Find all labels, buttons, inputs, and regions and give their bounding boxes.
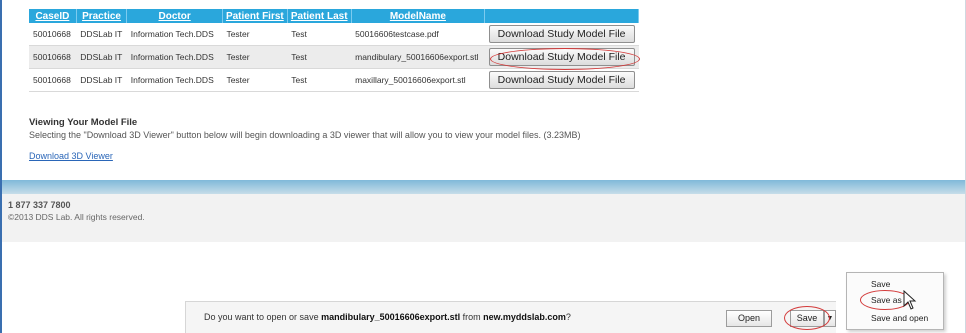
save-dropdown-arrow-icon[interactable]: ▼ bbox=[824, 310, 836, 327]
col-header-practice[interactable]: Practice bbox=[76, 9, 128, 23]
table-row: 50010668 DDSLab IT Information Tech.DDS … bbox=[29, 68, 639, 92]
cell-doctor: Information Tech.DDS bbox=[126, 23, 223, 46]
cell-practice: DDSLab IT bbox=[76, 23, 127, 46]
col-header-patient-first[interactable]: Patient First bbox=[222, 9, 288, 23]
col-header-patient-last[interactable]: Patient Last bbox=[287, 9, 352, 23]
cell-model-name: maxillary_50016606export.stl bbox=[351, 68, 485, 92]
cell-caseid: 50010668 bbox=[29, 23, 77, 46]
col-header-modelname[interactable]: ModelName bbox=[351, 9, 486, 23]
download-prompt: Do you want to open or save mandibulary_… bbox=[204, 312, 571, 322]
download-notification-bar: Do you want to open or save mandibulary_… bbox=[185, 301, 836, 333]
download-model-button[interactable]: Download Study Model File bbox=[488, 71, 635, 89]
models-table: CaseID Practice Doctor Patient First Pat… bbox=[29, 9, 639, 92]
cell-patient-last: Test bbox=[287, 45, 352, 69]
cell-patient-first: Tester bbox=[222, 45, 288, 69]
cell-patient-first: Tester bbox=[222, 68, 288, 92]
table-row: 50010668 DDSLab IT Information Tech.DDS … bbox=[29, 45, 639, 69]
footer: 1 877 337 7800 ©2013 DDS Lab. All rights… bbox=[2, 194, 965, 242]
menu-item-save-as[interactable]: Save as bbox=[871, 295, 902, 305]
page-left-border bbox=[0, 0, 2, 333]
cell-caseid: 50010668 bbox=[29, 68, 77, 92]
cell-practice: DDSLab IT bbox=[76, 45, 127, 69]
download-model-button[interactable]: Download Study Model File bbox=[488, 48, 635, 66]
cell-action: Download Study Model File bbox=[484, 23, 639, 46]
cell-doctor: Information Tech.DDS bbox=[126, 68, 223, 92]
menu-item-save[interactable]: Save bbox=[871, 279, 890, 289]
viewing-section: Viewing Your Model File Selecting the "D… bbox=[29, 117, 789, 140]
footer-phone: 1 877 337 7800 bbox=[8, 200, 71, 210]
prompt-site: new.myddslab.com bbox=[483, 312, 566, 322]
footer-divider bbox=[2, 180, 965, 194]
prompt-middle: from bbox=[460, 312, 484, 322]
prompt-prefix: Do you want to open or save bbox=[204, 312, 322, 322]
cell-doctor: Information Tech.DDS bbox=[126, 45, 223, 69]
viewing-title: Viewing Your Model File bbox=[29, 117, 138, 128]
table-row: 50010668 DDSLab IT Information Tech.DDS … bbox=[29, 23, 639, 46]
cell-model-name: mandibulary_50016606export.stl bbox=[351, 45, 485, 69]
mouse-cursor-icon bbox=[903, 290, 917, 310]
prompt-filename: mandibulary_50016606export.stl bbox=[321, 312, 461, 322]
cell-model-name: 50016606testcase.pdf bbox=[351, 23, 485, 46]
save-button[interactable]: Save bbox=[790, 310, 824, 327]
cell-practice: DDSLab IT bbox=[76, 68, 127, 92]
table-header-row: CaseID Practice Doctor Patient First Pat… bbox=[29, 9, 639, 23]
col-header-caseid[interactable]: CaseID bbox=[29, 9, 77, 23]
menu-item-save-and-open[interactable]: Save and open bbox=[871, 313, 928, 323]
cell-patient-last: Test bbox=[287, 23, 352, 46]
col-header-action bbox=[484, 9, 639, 23]
col-header-doctor[interactable]: Doctor bbox=[126, 9, 223, 23]
open-button[interactable]: Open bbox=[726, 310, 772, 327]
download-3d-viewer-link[interactable]: Download 3D Viewer bbox=[29, 151, 113, 161]
download-model-button[interactable]: Download Study Model File bbox=[488, 25, 635, 43]
prompt-suffix: ? bbox=[565, 312, 571, 322]
cell-patient-first: Tester bbox=[222, 23, 288, 46]
save-options-menu: Save Save as Save and open bbox=[846, 272, 944, 330]
footer-copyright: ©2013 DDS Lab. All rights reserved. bbox=[8, 212, 145, 222]
cell-patient-last: Test bbox=[287, 68, 352, 92]
cell-caseid: 50010668 bbox=[29, 45, 77, 69]
cell-action: Download Study Model File bbox=[484, 68, 639, 92]
models-table-container: CaseID Practice Doctor Patient First Pat… bbox=[29, 9, 639, 92]
viewing-description: Selecting the "Download 3D Viewer" butto… bbox=[29, 130, 581, 140]
cell-action: Download Study Model File bbox=[484, 45, 639, 69]
